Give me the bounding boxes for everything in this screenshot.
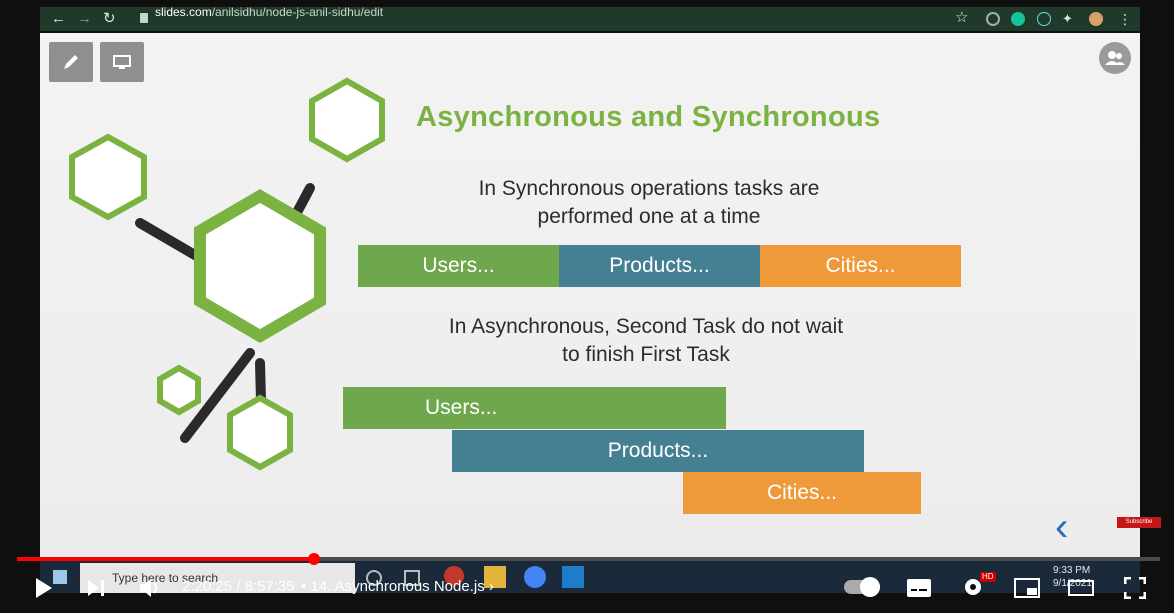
- theater-mode-icon[interactable]: [1068, 580, 1094, 596]
- async-bar-products: Products...: [452, 430, 864, 472]
- async-text-line2: to finish First Task: [562, 343, 730, 366]
- subscribe-watermark[interactable]: Subscribe: [1117, 517, 1161, 528]
- puzzle-icon[interactable]: ✦: [1062, 10, 1073, 28]
- current-time: 2:20:25: [182, 578, 233, 595]
- tray-time: 9:33 PM: [1053, 565, 1091, 576]
- people-icon: [1105, 51, 1125, 65]
- chapter-bullet: •: [301, 578, 307, 595]
- sync-text-line1: In Synchronous operations tasks are: [478, 177, 820, 200]
- grammarly-icon[interactable]: [1011, 12, 1025, 26]
- extension-circle-icon[interactable]: [986, 12, 1000, 26]
- hexagon-bottom: [227, 394, 293, 471]
- url-domain: slides.com: [155, 5, 212, 19]
- address-bar[interactable]: slides.com/anilsidhu/node-js-anil-sidhu/…: [155, 5, 383, 19]
- fullscreen-icon[interactable]: [1124, 577, 1146, 599]
- captions-icon[interactable]: [906, 578, 932, 598]
- chapter-title: 14. Asynchronous Node.js: [310, 578, 485, 595]
- async-bar-users: Users...: [343, 387, 726, 429]
- sync-bar-cities: Cities...: [760, 245, 961, 287]
- pencil-icon: [64, 55, 78, 69]
- sync-bar-products: Products...: [559, 245, 760, 287]
- sync-description: In Synchronous operations tasks are perf…: [339, 175, 959, 231]
- lock-icon: [140, 13, 148, 23]
- async-text-line1: In Asynchronous, Second Task do not wait: [448, 315, 844, 338]
- back-icon[interactable]: ←: [51, 10, 66, 28]
- hexagon-small: [157, 364, 201, 416]
- progress-scrubber[interactable]: [308, 553, 320, 565]
- autoplay-knob: [860, 577, 880, 597]
- menu-kebab-icon[interactable]: ⋮: [1118, 10, 1132, 28]
- time-separator: /: [232, 578, 245, 595]
- async-description: In Asynchronous, Second Task do not wait…: [316, 313, 976, 369]
- forward-icon[interactable]: →: [77, 10, 92, 28]
- hexagon-left: [69, 133, 147, 221]
- vscode-icon[interactable]: [562, 566, 584, 588]
- next-icon[interactable]: [86, 578, 106, 598]
- hd-badge: HD: [980, 572, 996, 582]
- slide-title: Asynchronous and Synchronous: [416, 101, 881, 133]
- collaborators-button[interactable]: [1099, 42, 1131, 74]
- windows-start-icon[interactable]: [53, 570, 67, 584]
- slide-canvas: Asynchronous and Synchronous In Synchron…: [40, 33, 1140, 559]
- miniplayer-icon[interactable]: [1014, 578, 1040, 598]
- prev-slide-chevron-icon[interactable]: ‹: [1055, 507, 1068, 547]
- sync-text-line2: performed one at a time: [537, 205, 761, 228]
- async-bar-cities: Cities...: [683, 472, 921, 514]
- chapter-button[interactable]: • 14. Asynchronous Node.js ›: [301, 578, 494, 595]
- monitor-icon: [113, 55, 131, 69]
- chrome-icon[interactable]: [524, 566, 546, 588]
- duration: 8:57:35: [244, 578, 295, 595]
- react-devtools-icon[interactable]: [1037, 12, 1051, 26]
- time-display: 2:20:25 / 8:57:35: [182, 578, 295, 595]
- reload-icon[interactable]: ↻: [103, 10, 116, 28]
- play-icon[interactable]: [33, 576, 55, 600]
- progress-played: [17, 557, 314, 561]
- chevron-right-icon: ›: [488, 578, 494, 595]
- hexagon-center: [194, 189, 326, 343]
- bookmark-star-icon[interactable]: ☆: [955, 9, 968, 27]
- avatar[interactable]: [1089, 12, 1103, 26]
- sync-bar-users: Users...: [358, 245, 559, 287]
- volume-icon[interactable]: [138, 577, 162, 599]
- hexagon-top-right: [309, 77, 385, 163]
- url-path: /anilsidhu/node-js-anil-sidhu/edit: [211, 5, 384, 19]
